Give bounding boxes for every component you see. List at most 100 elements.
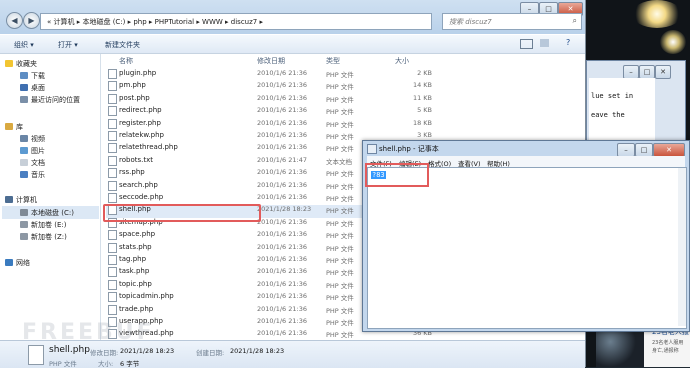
sidebar-item-drive-e[interactable]: 新加卷 (E:) <box>31 220 66 230</box>
terminal-close-button[interactable]: ✕ <box>655 65 671 79</box>
file-name: task.php <box>119 267 150 276</box>
table-row[interactable]: register.php 2010/1/6 21:36 PHP 文件 18 KB <box>106 117 442 129</box>
column-date[interactable]: 修改日期 <box>257 56 285 66</box>
file-date: 2010/1/6 21:36 <box>257 168 307 177</box>
notepad-window[interactable]: shell.php - 记事本 – □ ✕ 文件(F) 编辑(E) 格式(O) … <box>362 140 690 332</box>
sidebar-item-desktop[interactable]: 桌面 <box>31 83 45 93</box>
background-light-glow-small <box>660 30 686 54</box>
file-date: 2010/1/6 21:36 <box>257 230 307 239</box>
file-date: 2010/1/6 21:36 <box>257 217 307 226</box>
command-bar: 组织 ▾ 打开 ▾ 新建文件夹 ? <box>0 35 585 54</box>
file-date: 2010/1/6 21:36 <box>257 279 307 288</box>
sidebar-favorites[interactable]: 收藏夹 <box>16 59 37 69</box>
column-name[interactable]: 名称 <box>119 56 133 66</box>
sidebar-item-documents[interactable]: 文档 <box>31 158 45 168</box>
sidebar-library[interactable]: 库 <box>16 122 23 132</box>
file-date: 2010/1/6 21:36 <box>257 329 307 338</box>
table-row[interactable]: pm.php 2010/1/6 21:36 PHP 文件 14 KB <box>106 79 442 92</box>
back-button[interactable]: ◀ <box>6 12 23 29</box>
file-date: 2010/1/6 21:36 <box>257 292 307 301</box>
terminal-line: lue set in <box>591 92 634 100</box>
column-type[interactable]: 类型 <box>326 56 340 66</box>
preview-pane-icon[interactable] <box>540 39 549 47</box>
notepad-minimize-button[interactable]: – <box>617 143 635 157</box>
file-type: PHP 文件 <box>326 133 354 141</box>
file-date: 2010/1/6 21:36 <box>257 267 307 276</box>
forward-button[interactable]: ▶ <box>23 12 40 29</box>
sidebar-item-recent[interactable]: 最近访问的位置 <box>31 95 80 105</box>
notepad-maximize-button[interactable]: □ <box>635 143 653 157</box>
sidebar-item-videos[interactable]: 视频 <box>31 134 45 144</box>
file-icon <box>108 69 117 79</box>
sidebar-item-drive-z[interactable]: 新加卷 (Z:) <box>31 232 67 242</box>
file-type: PHP 文件 <box>326 207 354 216</box>
explorer-titlebar[interactable]: – □ ✕ ◀ ▶ « 计算机 ▸ 本地磁盘 (C:) ▸ php ▸ PHPT… <box>0 0 585 34</box>
file-type: PHP 文件 <box>326 244 354 253</box>
details-mod-value: 2021/1/28 18:23 <box>120 347 175 355</box>
file-name: topicadmin.php <box>119 292 174 301</box>
terminal-line: eave the <box>591 111 625 119</box>
file-icon <box>108 131 117 141</box>
notepad-scrollbar[interactable] <box>678 168 686 326</box>
file-date: 2010/1/6 21:36 <box>257 143 307 152</box>
file-name: pm.php <box>119 81 146 90</box>
breadcrumb[interactable]: « 计算机 ▸ 本地磁盘 (C:) ▸ php ▸ PHPTutorial ▸ … <box>47 17 263 27</box>
column-size[interactable]: 大小 <box>395 56 409 66</box>
sidebar-item-drive-c[interactable]: 本地磁盘 (C:) <box>31 208 74 218</box>
table-row[interactable]: plugin.php 2010/1/6 21:36 PHP 文件 2 KB <box>106 67 442 79</box>
library-icon <box>5 123 13 130</box>
file-type: PHP 文件 <box>326 170 354 179</box>
file-icon <box>108 193 117 203</box>
file-name: register.php <box>119 118 161 127</box>
annotation-box-shell <box>103 204 261 222</box>
navigation-pane: 收藏夹 下载 桌面 最近访问的位置 库 视频 图片 文档 音乐 计算机 本地磁盘… <box>0 54 101 340</box>
file-name: tag.php <box>119 255 147 263</box>
file-type: PHP 文件 <box>326 294 354 303</box>
file-type: PHP 文件 <box>326 269 354 278</box>
file-type: PHP 文件 <box>326 257 354 265</box>
table-row[interactable]: post.php 2010/1/6 21:36 PHP 文件 11 KB <box>106 92 442 104</box>
drive-icon <box>20 209 28 216</box>
documents-icon <box>20 159 28 166</box>
sidebar-item-pictures[interactable]: 图片 <box>31 146 45 156</box>
background-light-glow <box>632 0 682 28</box>
drive-icon <box>20 221 28 228</box>
search-input[interactable]: 搜索 discuz7 ⌕ <box>442 13 582 30</box>
help-icon[interactable]: ? <box>566 38 570 47</box>
search-icon[interactable]: ⌕ <box>573 16 577 26</box>
file-icon <box>108 279 117 290</box>
sidebar-computer[interactable]: 计算机 <box>16 195 37 205</box>
file-type: PHP 文件 <box>326 95 354 104</box>
network-icon <box>5 259 13 266</box>
annotation-box-content <box>365 163 429 187</box>
recent-places-icon <box>20 96 28 103</box>
table-row[interactable]: redirect.php 2010/1/6 21:36 PHP 文件 5 KB <box>106 104 442 117</box>
details-mod-label: 修改日期: <box>90 349 119 357</box>
notepad-close-button[interactable]: ✕ <box>653 143 685 157</box>
open-menu[interactable]: 打开 ▾ <box>58 40 78 50</box>
organize-menu[interactable]: 组织 ▾ <box>14 40 34 50</box>
file-name: topic.php <box>119 279 152 288</box>
address-bar[interactable]: « 计算机 ▸ 本地磁盘 (C:) ▸ php ▸ PHPTutorial ▸ … <box>40 13 432 30</box>
sidebar-item-downloads[interactable]: 下载 <box>31 71 45 81</box>
file-date: 2010/1/6 21:36 <box>257 81 307 90</box>
ad-line: 23名老人服用 <box>652 340 684 346</box>
file-size: 11 KB <box>412 93 432 102</box>
sidebar-network[interactable]: 网络 <box>16 258 30 268</box>
new-folder-button[interactable]: 新建文件夹 <box>105 40 140 50</box>
file-name: plugin.php <box>119 69 157 77</box>
file-icon <box>108 230 117 241</box>
notepad-text-area[interactable]: ?83 <box>367 167 687 329</box>
computer-icon <box>5 196 13 203</box>
view-options-icon[interactable] <box>520 39 533 49</box>
sidebar-item-music[interactable]: 音乐 <box>31 170 45 180</box>
file-icon <box>108 267 117 278</box>
file-date: 2010/1/6 21:47 <box>257 155 307 164</box>
file-date: 2010/1/6 21:36 <box>257 193 307 201</box>
file-name: post.php <box>119 93 150 102</box>
file-type: PHP 文件 <box>326 232 354 241</box>
file-type: PHP 文件 <box>326 108 354 117</box>
terminal-maximize-button[interactable]: □ <box>639 65 655 79</box>
file-name: robots.txt <box>119 155 153 164</box>
terminal-minimize-button[interactable]: – <box>623 65 639 79</box>
